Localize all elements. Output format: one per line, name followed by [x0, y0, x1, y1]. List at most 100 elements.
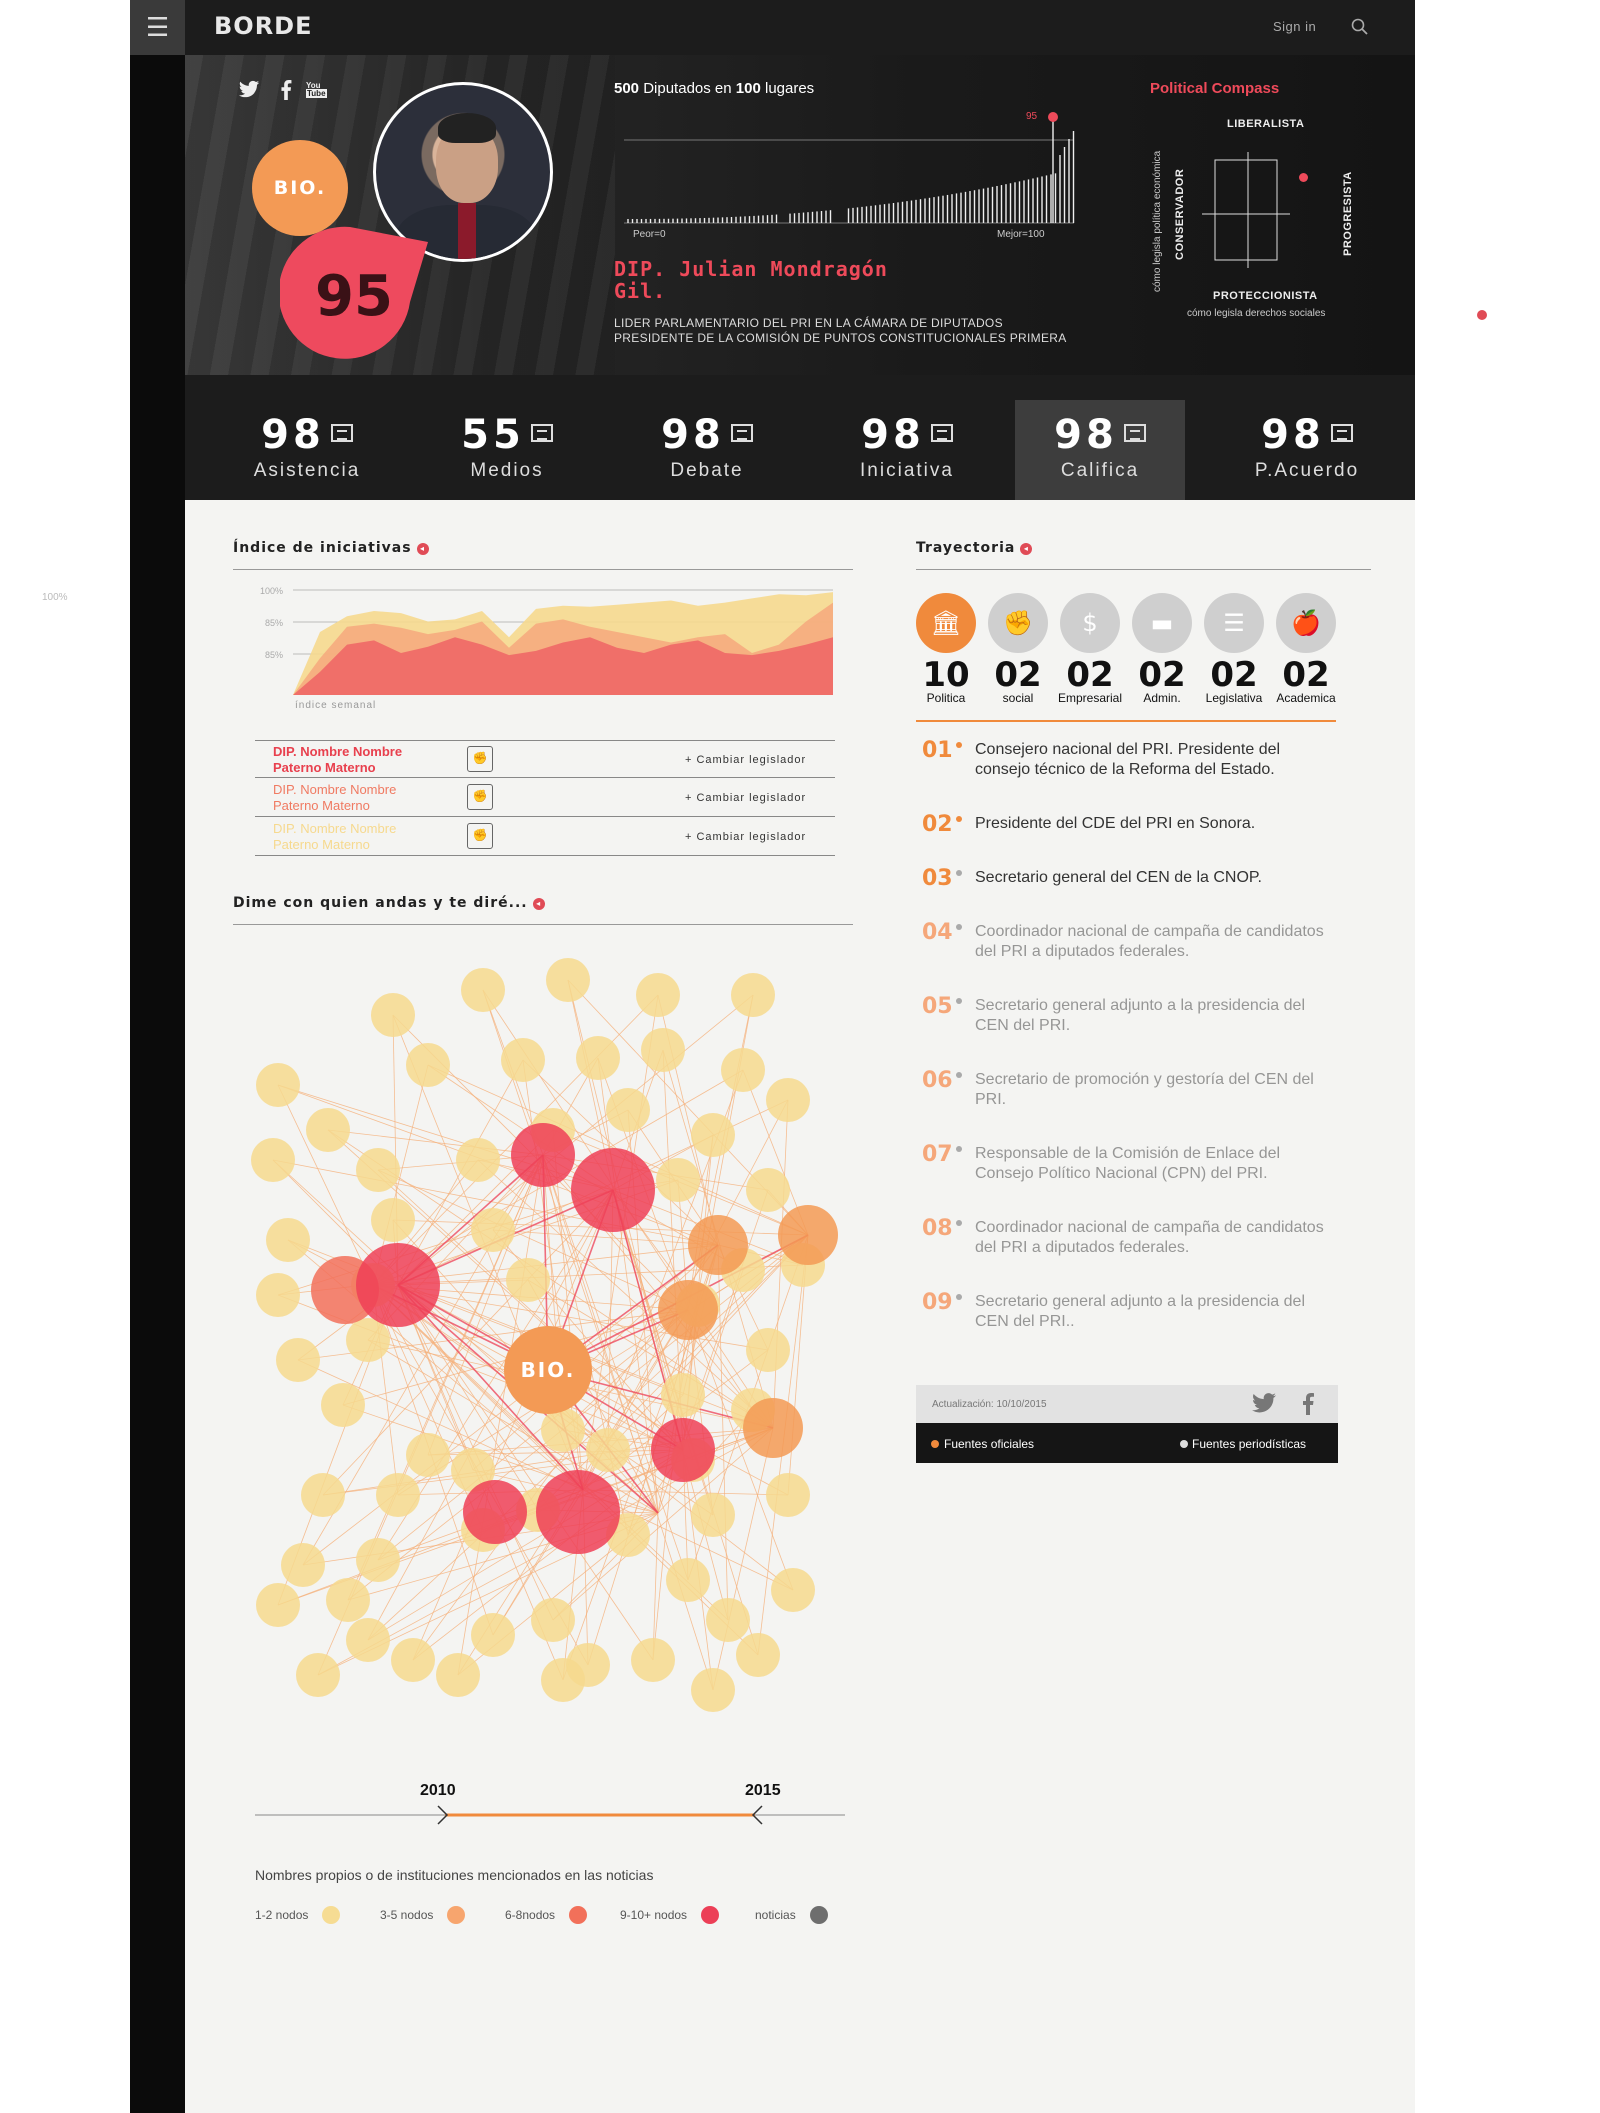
newspaper-icon	[1123, 424, 1146, 442]
item-text: Consejero nacional del PRI. Presidente d…	[975, 741, 1281, 778]
update-bar: Actualización: 10/10/2015	[916, 1385, 1338, 1423]
legislator-row: DIP. Nombre Nombre Paterno Materno ✊ + Camb…	[255, 779, 835, 817]
network-node-small	[576, 1036, 620, 1080]
network-node-small	[691, 1668, 735, 1712]
source-dot-icon	[956, 816, 962, 822]
network-caption: Nombres propios o de instituciones menci…	[255, 1867, 654, 1883]
network-node-small	[541, 1658, 585, 1702]
stat-pacuerdo[interactable]: 98 P.Acuerdo	[1222, 400, 1392, 500]
network-node-small	[256, 1273, 300, 1317]
network-node-small	[256, 1583, 300, 1627]
item-text: Secretario de promoción y gestoría del C…	[975, 1071, 1314, 1108]
item-text: Secretario general del CEN de la CNOP.	[975, 869, 1262, 886]
item-text: Coordinador nacional de campaña de candi…	[975, 1219, 1324, 1256]
press-sources-toggle[interactable]: Fuentes periodísticas	[1180, 1437, 1306, 1451]
document-icon[interactable]: ☰	[1204, 593, 1264, 653]
item-number: 03	[922, 866, 953, 891]
info-icon[interactable]: ◂	[1020, 543, 1033, 555]
category-count: 10	[922, 655, 970, 695]
top-navigation-bar	[185, 0, 1415, 55]
change-legislator-button[interactable]: + Cambiar legislador	[685, 831, 806, 843]
twitter-share-icon[interactable]	[1251, 1393, 1277, 1415]
legend-item: 6-8nodos	[505, 1906, 588, 1924]
party-logo-icon: ✊	[467, 823, 493, 849]
category-label: Legislativa	[1205, 691, 1263, 705]
stat-califica[interactable]: 98 Califica	[1015, 400, 1185, 500]
stat-value: 98	[1054, 412, 1118, 458]
floating-info-icon[interactable]	[1477, 310, 1487, 320]
timeline-slider[interactable]	[255, 1800, 845, 1830]
legend-item: noticias	[755, 1906, 828, 1924]
fist-icon[interactable]: ✊	[988, 593, 1048, 653]
network-node-small	[471, 1208, 515, 1252]
category-count: 02	[1138, 655, 1186, 695]
ranking-marker	[1048, 112, 1058, 122]
section-divider	[233, 924, 853, 925]
legislator-name: DIP. Nombre Nombre Paterno Materno	[273, 782, 397, 813]
compass-top-label: LIBERALISTA	[1227, 118, 1305, 130]
compass-left-axis: cómo legisla política económica	[1152, 150, 1163, 292]
item-number: 06	[922, 1068, 953, 1093]
network-node-small	[371, 993, 415, 1037]
network-center-label: BIO.	[521, 1358, 576, 1382]
network-node-large	[651, 1418, 715, 1482]
legend-item: 3-5 nodos	[380, 1906, 466, 1924]
network-node-large	[536, 1470, 620, 1554]
newspaper-icon	[730, 424, 753, 442]
stat-value: 98	[661, 412, 725, 458]
stat-value: 98	[261, 412, 325, 458]
newspaper-icon	[330, 424, 353, 442]
item-number: 02	[922, 812, 953, 837]
signin-link[interactable]: Sign in	[1273, 19, 1316, 34]
stat-medios[interactable]: 55 Medios	[422, 400, 592, 500]
legend-dot-icon	[447, 1906, 466, 1924]
legend-dot-icon	[701, 1906, 720, 1924]
white-dot-icon	[1180, 1440, 1188, 1448]
stat-label: Asistencia	[253, 460, 361, 481]
network-title: Dime con quien andas y te diré... ◂	[233, 895, 545, 911]
facebook-share-icon[interactable]	[1301, 1393, 1315, 1415]
stat-asistencia[interactable]: 98 Asistencia	[222, 400, 392, 500]
change-legislator-button[interactable]: + Cambiar legislador	[685, 754, 806, 766]
facebook-icon[interactable]	[280, 80, 292, 100]
info-icon[interactable]: ◂	[416, 543, 429, 555]
logo[interactable]: BORDE	[214, 12, 313, 40]
chart-x-label: índice semanal	[295, 700, 377, 711]
trayectoria-underline	[916, 720, 1336, 722]
bank-icon[interactable]: 🏛	[916, 593, 976, 653]
legend-dot-icon	[322, 1906, 341, 1924]
network-node-small	[346, 1618, 390, 1662]
network-node-small	[346, 1318, 390, 1362]
legend-item: 9-10+ nodos	[620, 1906, 720, 1924]
legend-dot-icon	[809, 1906, 828, 1924]
stat-debate[interactable]: 98 Debate	[622, 400, 792, 500]
network-node-small	[706, 1598, 750, 1642]
network-node-small	[656, 1158, 700, 1202]
youtube-icon[interactable]: You Tube	[306, 82, 327, 100]
official-sources-toggle[interactable]: Fuentes oficiales	[931, 1437, 1034, 1451]
network-node-small	[641, 1028, 685, 1072]
item-number: 07	[922, 1142, 953, 1167]
info-icon[interactable]: ◂	[532, 898, 545, 910]
network-node-small	[546, 958, 590, 1002]
network-node-small	[356, 1538, 400, 1582]
network-node-small	[306, 1108, 350, 1152]
compass-title: Political Compass	[1150, 80, 1280, 97]
item-text: Secretario general adjunto a la presiden…	[975, 1293, 1305, 1330]
menu-button[interactable]: ☰	[130, 0, 185, 55]
search-icon[interactable]	[1350, 17, 1370, 37]
network-node-small	[746, 1168, 790, 1212]
twitter-icon[interactable]	[238, 80, 260, 100]
stat-iniciativa[interactable]: 98 Iniciativa	[822, 400, 992, 500]
section-divider	[916, 569, 1371, 570]
source-dot-icon	[956, 924, 962, 930]
network-node-small	[586, 1428, 630, 1472]
network-node-small	[541, 1408, 585, 1452]
money-icon[interactable]: $	[1060, 593, 1120, 653]
network-node-large	[463, 1480, 527, 1544]
folder-icon[interactable]: ▬	[1132, 593, 1192, 653]
category-label: Academica	[1276, 691, 1336, 705]
compass-right-label: PROGRESISTA	[1342, 171, 1354, 256]
change-legislator-button[interactable]: + Cambiar legislador	[685, 792, 806, 804]
apple-book-icon[interactable]: 🍎	[1276, 593, 1336, 653]
